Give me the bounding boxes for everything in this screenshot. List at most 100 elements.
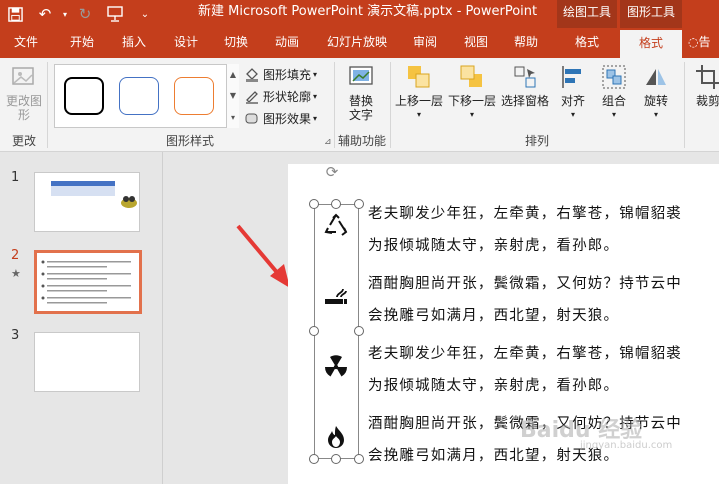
slide-thumbnail-1[interactable] [34,172,140,232]
save-icon[interactable] [0,0,30,28]
slide-text-line[interactable]: 老夫聊发少年狂，左牵黄，右擎苍，锦帽貂裘 [368,342,682,363]
change-picture-icon [9,62,39,92]
slide-text-line[interactable]: 酒酣胸胆尚开张，鬓微霜，又何妨？持节云中 [368,272,682,293]
slide-number-3: 3 [11,328,20,343]
shape-effects-button[interactable]: 图形效果 ▾ [244,108,317,128]
quick-access-toolbar: ↶ ▾ ↻ ⌄ [0,0,160,28]
change-picture-button[interactable]: 更改图 形 [4,62,44,122]
resize-handle[interactable] [331,454,341,464]
bring-forward-button[interactable]: 上移一层 ▾ [393,62,445,122]
dropdown-arrow-icon: ▾ [313,113,318,123]
context-tab-drawing-tools: 绘图工具 [557,0,617,28]
group-objects-button[interactable]: 组合 ▾ [594,62,634,122]
resize-handle[interactable] [309,326,319,336]
dropdown-arrow-icon: ▾ [611,110,616,119]
tab-tell-me[interactable]: ◌告 [688,28,719,58]
tab-view[interactable]: 视图 [452,28,500,58]
redo-icon[interactable]: ↻ [70,0,100,28]
tab-file[interactable]: 文件 [0,28,52,58]
crop-icon [693,62,719,92]
tab-format-drawing[interactable]: 格式 [557,28,617,58]
dropdown-arrow-icon: ▾ [416,110,421,119]
dropdown-arrow-icon: ▾ [653,110,658,119]
style-swatch-blue[interactable] [119,77,159,115]
undo-icon[interactable]: ↶ [30,0,60,28]
watermark-url: jingyan.baidu.com [580,440,673,451]
tab-slideshow[interactable]: 幻灯片放映 [318,28,396,58]
slide-thumbnail-panel[interactable]: 1 2 ★ 3 [0,152,163,484]
resize-handle[interactable] [309,199,319,209]
scroll-down-icon[interactable]: ▼ [230,91,236,100]
tab-review[interactable]: 审阅 [400,28,450,58]
ribbon-tab-row: 文件 开始 插入 设计 切换 动画 幻灯片放映 审阅 视图 帮助 格式 格式 ◌… [0,28,719,58]
slide-text-line[interactable]: 为报倾城随太守，亲射虎，看孙郎。 [368,234,619,255]
thumb-table-body [51,186,115,196]
slide-thumbnail-2[interactable] [34,250,142,314]
group-label-accessibility: 辅助功能 [337,134,386,148]
tab-help[interactable]: 帮助 [502,28,550,58]
selection-pane-icon [510,62,540,92]
tab-animations[interactable]: 动画 [262,28,312,58]
red-arrow-annotation [234,222,294,295]
context-tab-picture-tools: 图形工具 [620,0,682,28]
current-slide[interactable]: 老夫聊发少年狂，左牵黄，右擎苍，锦帽貂裘 为报倾城随太守，亲射虎，看孙郎。 酒酣… [288,164,719,484]
group-label-shape-styles: 图形样式 [165,134,214,148]
paint-bucket-icon [244,66,260,82]
send-backward-button[interactable]: 下移一层 ▾ [446,62,498,122]
ribbon-separator [684,62,685,148]
slide-number-1: 1 [11,170,20,185]
alt-text-button[interactable]: 替换 文字 [340,62,382,122]
style-swatch-black[interactable] [64,77,104,115]
shape-fill-button[interactable]: 图形填充 ▾ [244,64,317,84]
align-button[interactable]: 对齐 ▾ [553,62,593,122]
dropdown-arrow-icon: ▾ [313,91,318,101]
scroll-up-icon[interactable]: ▲ [230,70,236,79]
tab-insert[interactable]: 插入 [110,28,158,58]
slide-text-line[interactable]: 老夫聊发少年狂，左牵黄，右擎苍，锦帽貂裘 [368,202,682,223]
rotate-handle-icon[interactable]: ⟳ [324,164,340,180]
align-icon [558,62,588,92]
group-label-change: 更改 [11,134,36,148]
rotate-icon [641,62,671,92]
ribbon-separator [47,62,48,148]
selection-frame[interactable] [314,204,359,459]
tab-home[interactable]: 开始 [56,28,108,58]
resize-handle[interactable] [309,454,319,464]
thumb-image [119,193,139,209]
tab-design[interactable]: 设计 [162,28,210,58]
selection-pane-button[interactable]: 选择窗格 [499,62,551,108]
send-backward-icon [457,62,487,92]
group-objects-icon [599,62,629,92]
rotate-button[interactable]: 旋转 ▾ [636,62,676,122]
resize-handle[interactable] [331,199,341,209]
tab-format-picture[interactable]: 格式 [620,30,682,58]
resize-handle[interactable] [354,326,364,336]
crop-button[interactable]: 裁剪 [688,62,719,108]
gallery-more-icon[interactable]: ▾ [231,113,235,122]
pen-icon [244,88,260,104]
alt-text-icon [346,62,376,92]
slide-text-line[interactable]: 为报倾城随太守，亲射虎，看孙郎。 [368,374,619,395]
gallery-scroll[interactable]: ▲ ▼ ▾ [226,64,239,128]
thumb-text-lines [41,260,131,304]
slide-number-2: 2 [11,248,20,263]
customize-qat-icon[interactable]: ⌄ [130,0,160,28]
resize-handle[interactable] [354,199,364,209]
slide-thumbnail-3[interactable] [34,332,140,392]
dropdown-arrow-icon: ▾ [570,110,575,119]
shape-style-gallery[interactable] [54,64,239,128]
lightbulb-icon: ◌ [688,35,699,49]
slide-text-line[interactable]: 会挽雕弓如满月，西北望，射天狼。 [368,304,619,325]
resize-handle[interactable] [354,454,364,464]
undo-dropdown-icon[interactable]: ▾ [60,0,70,28]
style-swatch-orange[interactable] [174,77,214,115]
effects-icon [244,110,260,126]
bring-forward-icon [404,62,434,92]
shape-outline-button[interactable]: 形状轮廓 ▾ [244,86,317,106]
dialog-launcher-icon[interactable]: ⊿ [324,132,332,152]
title-bar: ↶ ▾ ↻ ⌄ 新建 Microsoft PowerPoint 演示文稿.ppt… [0,0,719,28]
ribbon-separator [390,62,391,148]
present-icon[interactable] [100,0,130,28]
window-title: 新建 Microsoft PowerPoint 演示文稿.pptx - Powe… [198,4,538,19]
tab-transitions[interactable]: 切换 [212,28,260,58]
